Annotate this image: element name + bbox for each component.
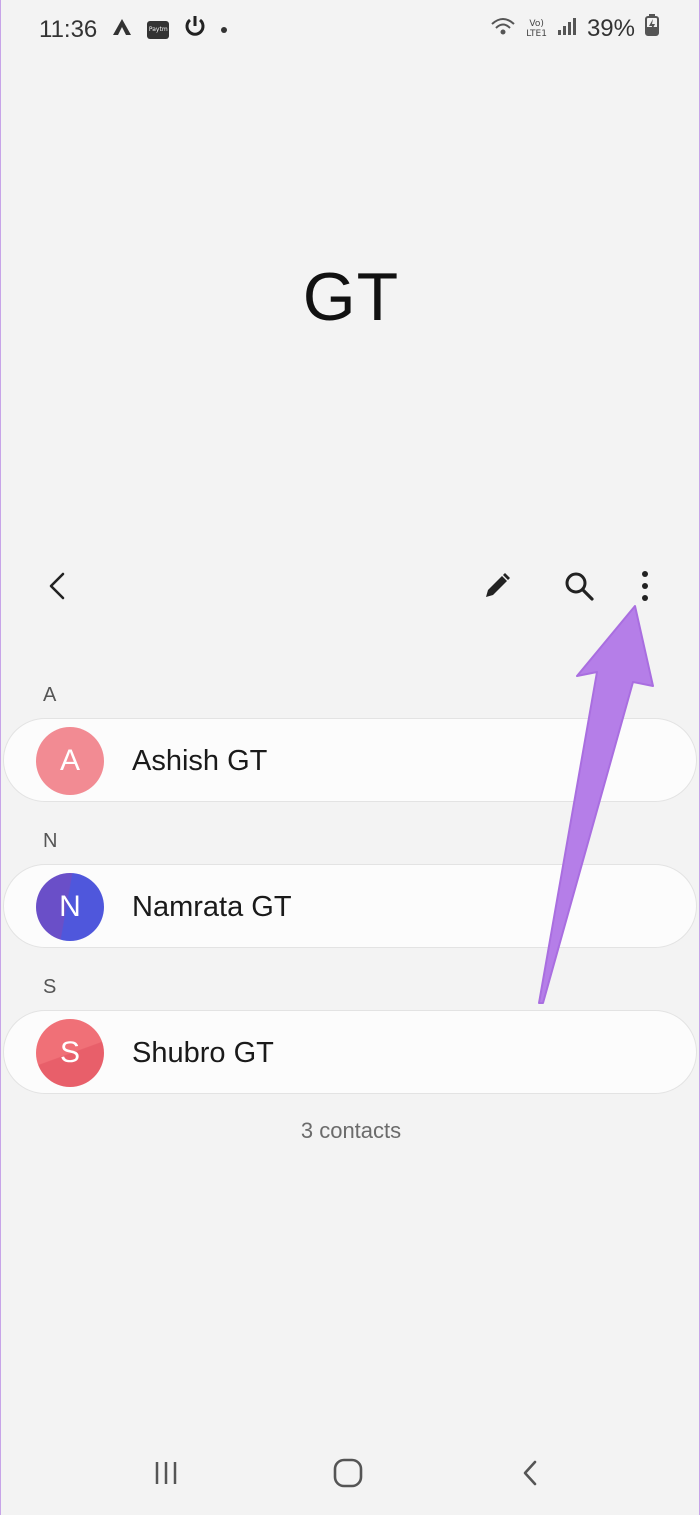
back-nav-icon xyxy=(520,1458,540,1493)
section-header-n: N xyxy=(43,830,58,852)
paytm-icon: Paytm xyxy=(147,20,170,39)
page-title: GT xyxy=(302,259,400,335)
status-bar: 11:36 Paytm Vo) LTE1 39% xyxy=(1,0,700,60)
notification-dot-icon xyxy=(221,26,228,33)
signal-icon xyxy=(557,15,577,43)
toolbar xyxy=(1,560,700,616)
avatar: A xyxy=(36,727,104,795)
search-icon xyxy=(563,570,595,607)
power-icon xyxy=(183,14,207,45)
avatar-initial: N xyxy=(59,890,81,923)
edit-icon xyxy=(482,571,512,606)
back-button[interactable] xyxy=(35,566,79,610)
recent-apps-button[interactable] xyxy=(141,1452,191,1498)
battery-percent: 39% xyxy=(586,14,635,42)
home-button[interactable] xyxy=(323,1452,373,1498)
battery-charging-icon xyxy=(645,14,659,43)
avatar: S xyxy=(36,1019,104,1087)
section-header-s: S xyxy=(43,976,57,998)
more-options-icon xyxy=(640,570,650,607)
avatar: N xyxy=(36,873,104,941)
contact-name: Ashish GT xyxy=(132,745,268,777)
contact-row-ashish[interactable]: A Ashish GT xyxy=(3,718,697,802)
edit-button[interactable] xyxy=(475,566,519,610)
recent-apps-icon xyxy=(152,1459,180,1492)
contact-row-shubro[interactable]: S Shubro GT xyxy=(3,1010,697,1094)
contact-name: Shubro GT xyxy=(132,1037,274,1069)
status-left: 11:36 Paytm xyxy=(39,14,228,45)
back-nav-button[interactable] xyxy=(505,1452,555,1498)
contact-row-namrata[interactable]: N Namrata GT xyxy=(3,864,697,948)
contacts-count: 3 contacts xyxy=(300,1118,402,1143)
home-icon xyxy=(332,1457,364,1494)
nav-bar xyxy=(1,1440,700,1510)
lte-label: LTE1 xyxy=(526,28,547,39)
airtel-icon xyxy=(111,16,133,44)
search-button[interactable] xyxy=(557,566,601,610)
volte-indicator: Vo) LTE1 xyxy=(526,19,547,39)
avatar-initial: A xyxy=(59,744,80,777)
avatar-initial: S xyxy=(59,1036,80,1069)
section-header-a: A xyxy=(43,684,57,706)
contact-name: Namrata GT xyxy=(132,891,292,923)
back-icon xyxy=(47,571,67,606)
status-right: Vo) LTE1 39% xyxy=(490,14,659,43)
wifi-icon xyxy=(490,15,516,43)
volte-label: Vo) xyxy=(529,18,544,29)
more-options-button[interactable] xyxy=(623,566,667,610)
status-time: 11:36 xyxy=(39,15,98,43)
